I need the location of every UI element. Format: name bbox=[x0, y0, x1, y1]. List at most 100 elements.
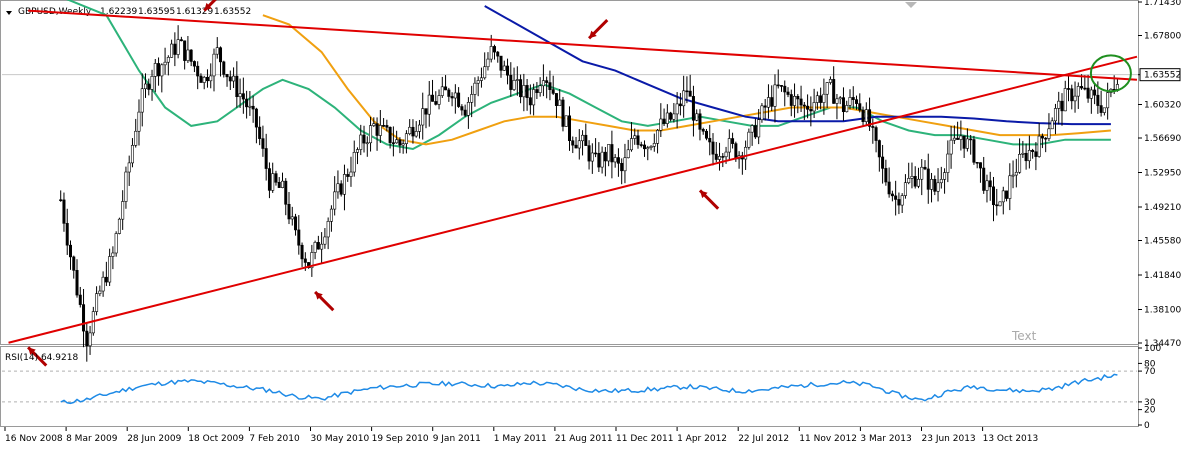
candle-body bbox=[489, 46, 493, 60]
candle-body bbox=[75, 270, 79, 296]
candle-body bbox=[512, 80, 516, 90]
candle-body bbox=[323, 236, 327, 245]
time-tick-label: 11 Dec 2011 bbox=[616, 434, 674, 444]
candle-body bbox=[395, 139, 399, 144]
candle-body bbox=[646, 147, 650, 150]
candle-body bbox=[1106, 92, 1110, 109]
rsi-tick-label: 20 bbox=[1144, 406, 1156, 416]
candle-body bbox=[770, 97, 774, 107]
candle-body bbox=[179, 39, 183, 42]
price-tick-label: 1.45580 bbox=[1144, 236, 1181, 246]
candle-body bbox=[727, 138, 731, 153]
candle-body bbox=[1093, 89, 1097, 96]
candle-body bbox=[88, 332, 92, 347]
candle-body bbox=[173, 43, 177, 55]
candle-body bbox=[417, 124, 421, 132]
candle-body bbox=[776, 84, 780, 87]
candle-body bbox=[978, 162, 982, 169]
candle-body bbox=[408, 126, 412, 135]
candle-body bbox=[695, 113, 699, 121]
candle-body bbox=[450, 96, 454, 99]
candle-body bbox=[1040, 135, 1044, 139]
rsi-label: RSI(14) 64.9218 bbox=[5, 353, 78, 363]
candle-body bbox=[903, 182, 907, 196]
candle-body bbox=[457, 92, 461, 107]
candle-body bbox=[274, 173, 278, 183]
candle-body bbox=[199, 75, 203, 83]
candle-body bbox=[140, 88, 144, 113]
candle-body bbox=[352, 152, 356, 173]
price-tick-label: 1.60320 bbox=[1144, 101, 1181, 111]
candle-body bbox=[672, 113, 676, 120]
candle-body bbox=[1083, 87, 1087, 90]
candle-body bbox=[812, 102, 816, 112]
candle-body bbox=[427, 94, 431, 115]
price-tick-label: 1.49210 bbox=[1144, 203, 1181, 213]
candle-body bbox=[134, 130, 138, 146]
candle-body bbox=[85, 330, 89, 347]
candle-body bbox=[884, 168, 888, 183]
time-tick-label: 28 Jun 2009 bbox=[127, 434, 181, 444]
candle-body bbox=[316, 242, 320, 250]
time-tick-label: 16 Nov 2008 bbox=[5, 434, 63, 444]
candle-body bbox=[369, 125, 373, 144]
candle-body bbox=[248, 105, 252, 108]
candle-body bbox=[913, 176, 917, 187]
candle-body bbox=[691, 96, 695, 121]
candle-body bbox=[1021, 152, 1025, 155]
candle-body bbox=[799, 98, 803, 106]
candle-body bbox=[82, 304, 86, 332]
time-tick-label: 7 Feb 2010 bbox=[249, 434, 300, 444]
candle-body bbox=[943, 172, 947, 180]
candle-body bbox=[1070, 88, 1074, 102]
candle-body bbox=[444, 86, 448, 91]
candle-body bbox=[613, 157, 617, 163]
candle-body bbox=[401, 143, 405, 146]
candle-body bbox=[313, 242, 317, 253]
candle-body bbox=[235, 75, 239, 98]
candle-body bbox=[541, 80, 545, 87]
candle-body bbox=[538, 85, 542, 93]
candle-body bbox=[825, 82, 829, 95]
candle-body bbox=[437, 95, 441, 105]
candle-body bbox=[157, 63, 161, 77]
candle-body bbox=[186, 49, 190, 61]
candle-body bbox=[483, 66, 487, 79]
candle-body bbox=[975, 161, 979, 164]
candle-body bbox=[819, 95, 823, 103]
candle-body bbox=[923, 166, 927, 170]
candle-body bbox=[144, 83, 148, 90]
candle-body bbox=[982, 167, 986, 191]
candle-body bbox=[789, 94, 793, 106]
candle-body bbox=[499, 55, 503, 71]
rsi-tick-label: 70 bbox=[1144, 367, 1156, 377]
candle-body bbox=[359, 134, 363, 150]
candle-body bbox=[222, 61, 226, 75]
candle-body bbox=[515, 79, 519, 81]
candle-body bbox=[101, 276, 105, 292]
candle-body bbox=[382, 125, 386, 127]
time-tick-label: 13 Oct 2013 bbox=[983, 434, 1039, 444]
candle-body bbox=[626, 149, 630, 159]
candle-body bbox=[492, 46, 496, 53]
candle-body bbox=[411, 126, 415, 137]
candle-body bbox=[753, 125, 757, 138]
current-price-label: 1.63552 bbox=[1144, 71, 1181, 81]
candle-body bbox=[639, 144, 643, 146]
candle-body bbox=[398, 139, 402, 146]
candle-body bbox=[1014, 171, 1018, 176]
candle-body bbox=[900, 195, 904, 206]
candle-body bbox=[718, 156, 722, 160]
candle-body bbox=[189, 49, 193, 62]
candle-body bbox=[121, 201, 125, 220]
price-tick-label: 1.56690 bbox=[1144, 134, 1181, 144]
candle-body bbox=[858, 103, 862, 111]
price-tick-label: 1.38100 bbox=[1144, 306, 1181, 316]
candle-body bbox=[522, 85, 526, 98]
candle-body bbox=[68, 244, 72, 258]
candle-body bbox=[965, 138, 969, 149]
candle-body bbox=[881, 156, 885, 169]
candle-body bbox=[610, 144, 614, 163]
candle-body bbox=[336, 183, 340, 193]
candle-body bbox=[525, 85, 529, 98]
